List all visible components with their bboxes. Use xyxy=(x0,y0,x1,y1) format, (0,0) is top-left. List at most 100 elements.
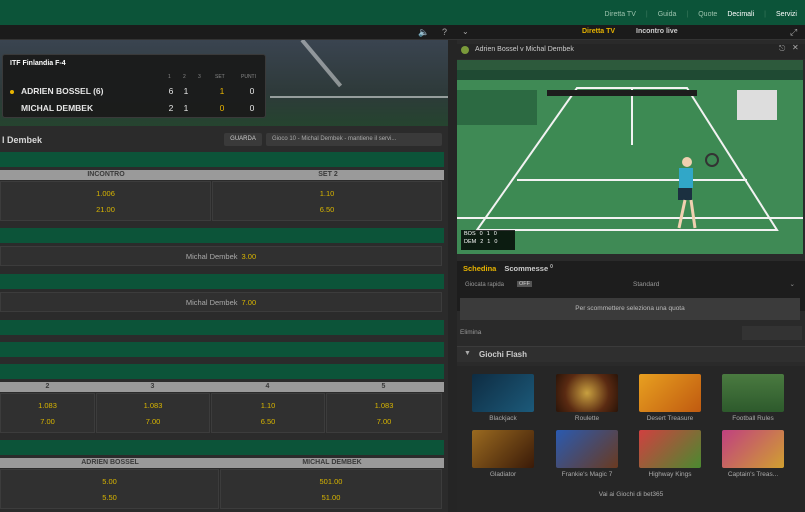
volume-icon[interactable]: 🔈 xyxy=(418,27,429,38)
pin-icon[interactable]: ⎋ xyxy=(779,44,785,54)
game-tile-blackjack[interactable]: Blackjack xyxy=(471,374,535,422)
market-header[interactable] xyxy=(0,152,444,167)
set1-score: 2 xyxy=(168,103,174,113)
col-header: MICHAL DEMBEK xyxy=(302,459,362,466)
tab-betslip[interactable]: Schedina xyxy=(463,264,496,273)
game-tile-highway-kings[interactable]: Highway Kings xyxy=(638,430,702,478)
nav-separator: | xyxy=(686,11,689,18)
game-tile-frankies-magic-7[interactable]: Frankie's Magic 7 xyxy=(555,430,619,478)
game-tile-gladiator[interactable]: Gladiator xyxy=(471,430,535,478)
nav-services[interactable]: Servizi xyxy=(776,11,797,18)
chevron-down-icon: ▼ xyxy=(464,350,471,357)
odds-value[interactable]: 6.50 xyxy=(213,205,441,214)
odds-value[interactable]: 3.00 xyxy=(242,252,257,261)
help-icon[interactable]: ? xyxy=(442,27,447,37)
game-tile-roulette[interactable]: Roulette xyxy=(555,374,619,422)
odds-cell[interactable]: 1.083 7.00 xyxy=(0,393,95,433)
nav-live-tv[interactable]: Diretta TV xyxy=(605,11,636,18)
market-header[interactable] xyxy=(0,364,444,379)
quick-bet-toggle[interactable]: OFF xyxy=(517,281,532,287)
odds-value[interactable]: 51.00 xyxy=(221,493,441,502)
odds-cell[interactable]: 1.083 7.00 xyxy=(96,393,210,433)
odds-format-select[interactable]: Decimali xyxy=(727,11,754,18)
odds-cell[interactable]: Michal Dembek 3.00 xyxy=(0,246,442,266)
player-name: MICHAL DEMBEK xyxy=(21,103,94,113)
set2-score: 1 xyxy=(183,103,189,113)
sb-header-1: 1 xyxy=(168,74,171,80)
mini-player: DEM xyxy=(464,239,477,245)
game-name: Desert Treasure xyxy=(646,415,694,422)
odds-cell[interactable]: 1.083 7.00 xyxy=(326,393,442,433)
market-header[interactable] xyxy=(0,320,444,335)
serving-indicator xyxy=(10,90,14,94)
col-header: SET 2 xyxy=(318,171,338,178)
game-tile-captains-treasure[interactable]: Captain's Treas... xyxy=(721,430,785,478)
odds-value[interactable]: 7.00 xyxy=(242,298,257,307)
place-bet-button[interactable] xyxy=(742,326,802,340)
odds-value[interactable]: 1.10 xyxy=(213,189,441,198)
stake-select-value: Standard xyxy=(633,281,660,288)
game-thumbnail xyxy=(472,430,534,468)
odds-cell[interactable]: 1.10 6.50 xyxy=(212,181,442,221)
scoreboard: ITF Finlandia F-4 1 2 3 SET PUNTI ADRIEN… xyxy=(2,54,266,118)
game-thumbnail xyxy=(639,374,701,412)
tab-my-bets[interactable]: Scommesse xyxy=(504,264,548,273)
top-nav-links: Diretta TV | Guida | Quote Decimali | Se… xyxy=(605,11,798,18)
col-header: 2 xyxy=(45,383,50,390)
game-tile-football-rules[interactable]: Football Rules xyxy=(721,374,785,422)
tab-live-match[interactable]: Incontro live xyxy=(636,28,678,35)
odds-value[interactable]: 5.00 xyxy=(1,477,218,486)
live-indicator-icon xyxy=(461,46,469,54)
watch-button[interactable]: GUARDA xyxy=(224,133,262,146)
odds-value[interactable]: 21.00 xyxy=(1,205,210,214)
selection-label: Michal Dembek xyxy=(185,252,238,261)
odds-value[interactable]: 1.083 xyxy=(327,401,441,410)
odds-value[interactable]: 1.083 xyxy=(97,401,209,410)
market-header[interactable] xyxy=(0,228,444,243)
col-header: 3 xyxy=(150,383,155,390)
odds-cell[interactable]: 5.00 5.50 xyxy=(0,469,219,509)
mini-score: 2 xyxy=(480,239,484,245)
game-thumbnail xyxy=(556,374,618,412)
tournament-title: ITF Finlandia F-4 xyxy=(10,60,66,67)
mini-score-row: DEM 2 1 0 xyxy=(461,238,515,246)
game-name: Blackjack xyxy=(489,415,517,422)
player-name: ADRIEN BOSSEL (6) xyxy=(21,86,104,96)
odds-value[interactable]: 7.00 xyxy=(1,417,94,426)
odds-cell[interactable]: 1.10 6.50 xyxy=(211,393,325,433)
odds-value[interactable]: 7.00 xyxy=(97,417,209,426)
market-header[interactable] xyxy=(0,440,444,455)
mini-scoreboard: BOS 0 1 0 DEM 2 1 0 xyxy=(461,230,515,250)
game-thumbnail xyxy=(556,430,618,468)
market-header[interactable] xyxy=(0,342,444,357)
all-games-link[interactable]: Vai ai Giochi di bet365 xyxy=(457,491,805,498)
stake-select[interactable]: Standard ⌄ xyxy=(627,278,799,292)
odds-value[interactable]: 6.50 xyxy=(212,417,324,426)
mini-score: 0 xyxy=(479,231,483,237)
odds-cell[interactable]: Michal Dembek 7.00 xyxy=(0,292,442,312)
sets-won: 0 xyxy=(219,103,225,113)
game-tile-desert-treasure[interactable]: Desert Treasure xyxy=(638,374,702,422)
chevron-down-icon[interactable]: ⌄ xyxy=(462,27,469,36)
mini-score: 1 xyxy=(487,239,491,245)
odds-value[interactable]: 5.50 xyxy=(1,493,218,502)
live-video-player[interactable]: BOS 0 1 0 DEM 2 1 0 xyxy=(457,60,803,254)
match-title: l Dembek xyxy=(2,135,43,145)
odds-value[interactable]: 7.00 xyxy=(327,417,441,426)
flash-games-header[interactable]: ▼ Giochi Flash xyxy=(457,346,805,362)
game-select-dropdown[interactable]: Gioco 10 - Michal Dembek - mantiene il s… xyxy=(266,133,442,146)
sb-header-points: PUNTI xyxy=(241,74,256,80)
odds-value[interactable]: 1.10 xyxy=(212,401,324,410)
odds-value[interactable]: 1.083 xyxy=(1,401,94,410)
nav-help[interactable]: Guida xyxy=(658,11,677,18)
mini-score: 0 xyxy=(494,239,498,245)
odds-value[interactable]: 1.006 xyxy=(1,189,210,198)
tab-live-tv[interactable]: Diretta TV xyxy=(582,28,615,35)
odds-cell[interactable]: 1.006 21.00 xyxy=(0,181,211,221)
remove-all-link[interactable]: Elimina xyxy=(460,329,481,336)
odds-value[interactable]: 501.00 xyxy=(221,477,441,486)
market-header[interactable] xyxy=(0,274,444,289)
close-icon[interactable]: ✕ xyxy=(792,43,799,52)
odds-cell[interactable]: 501.00 51.00 xyxy=(220,469,442,509)
expand-icon[interactable]: ⤢ xyxy=(790,27,797,38)
